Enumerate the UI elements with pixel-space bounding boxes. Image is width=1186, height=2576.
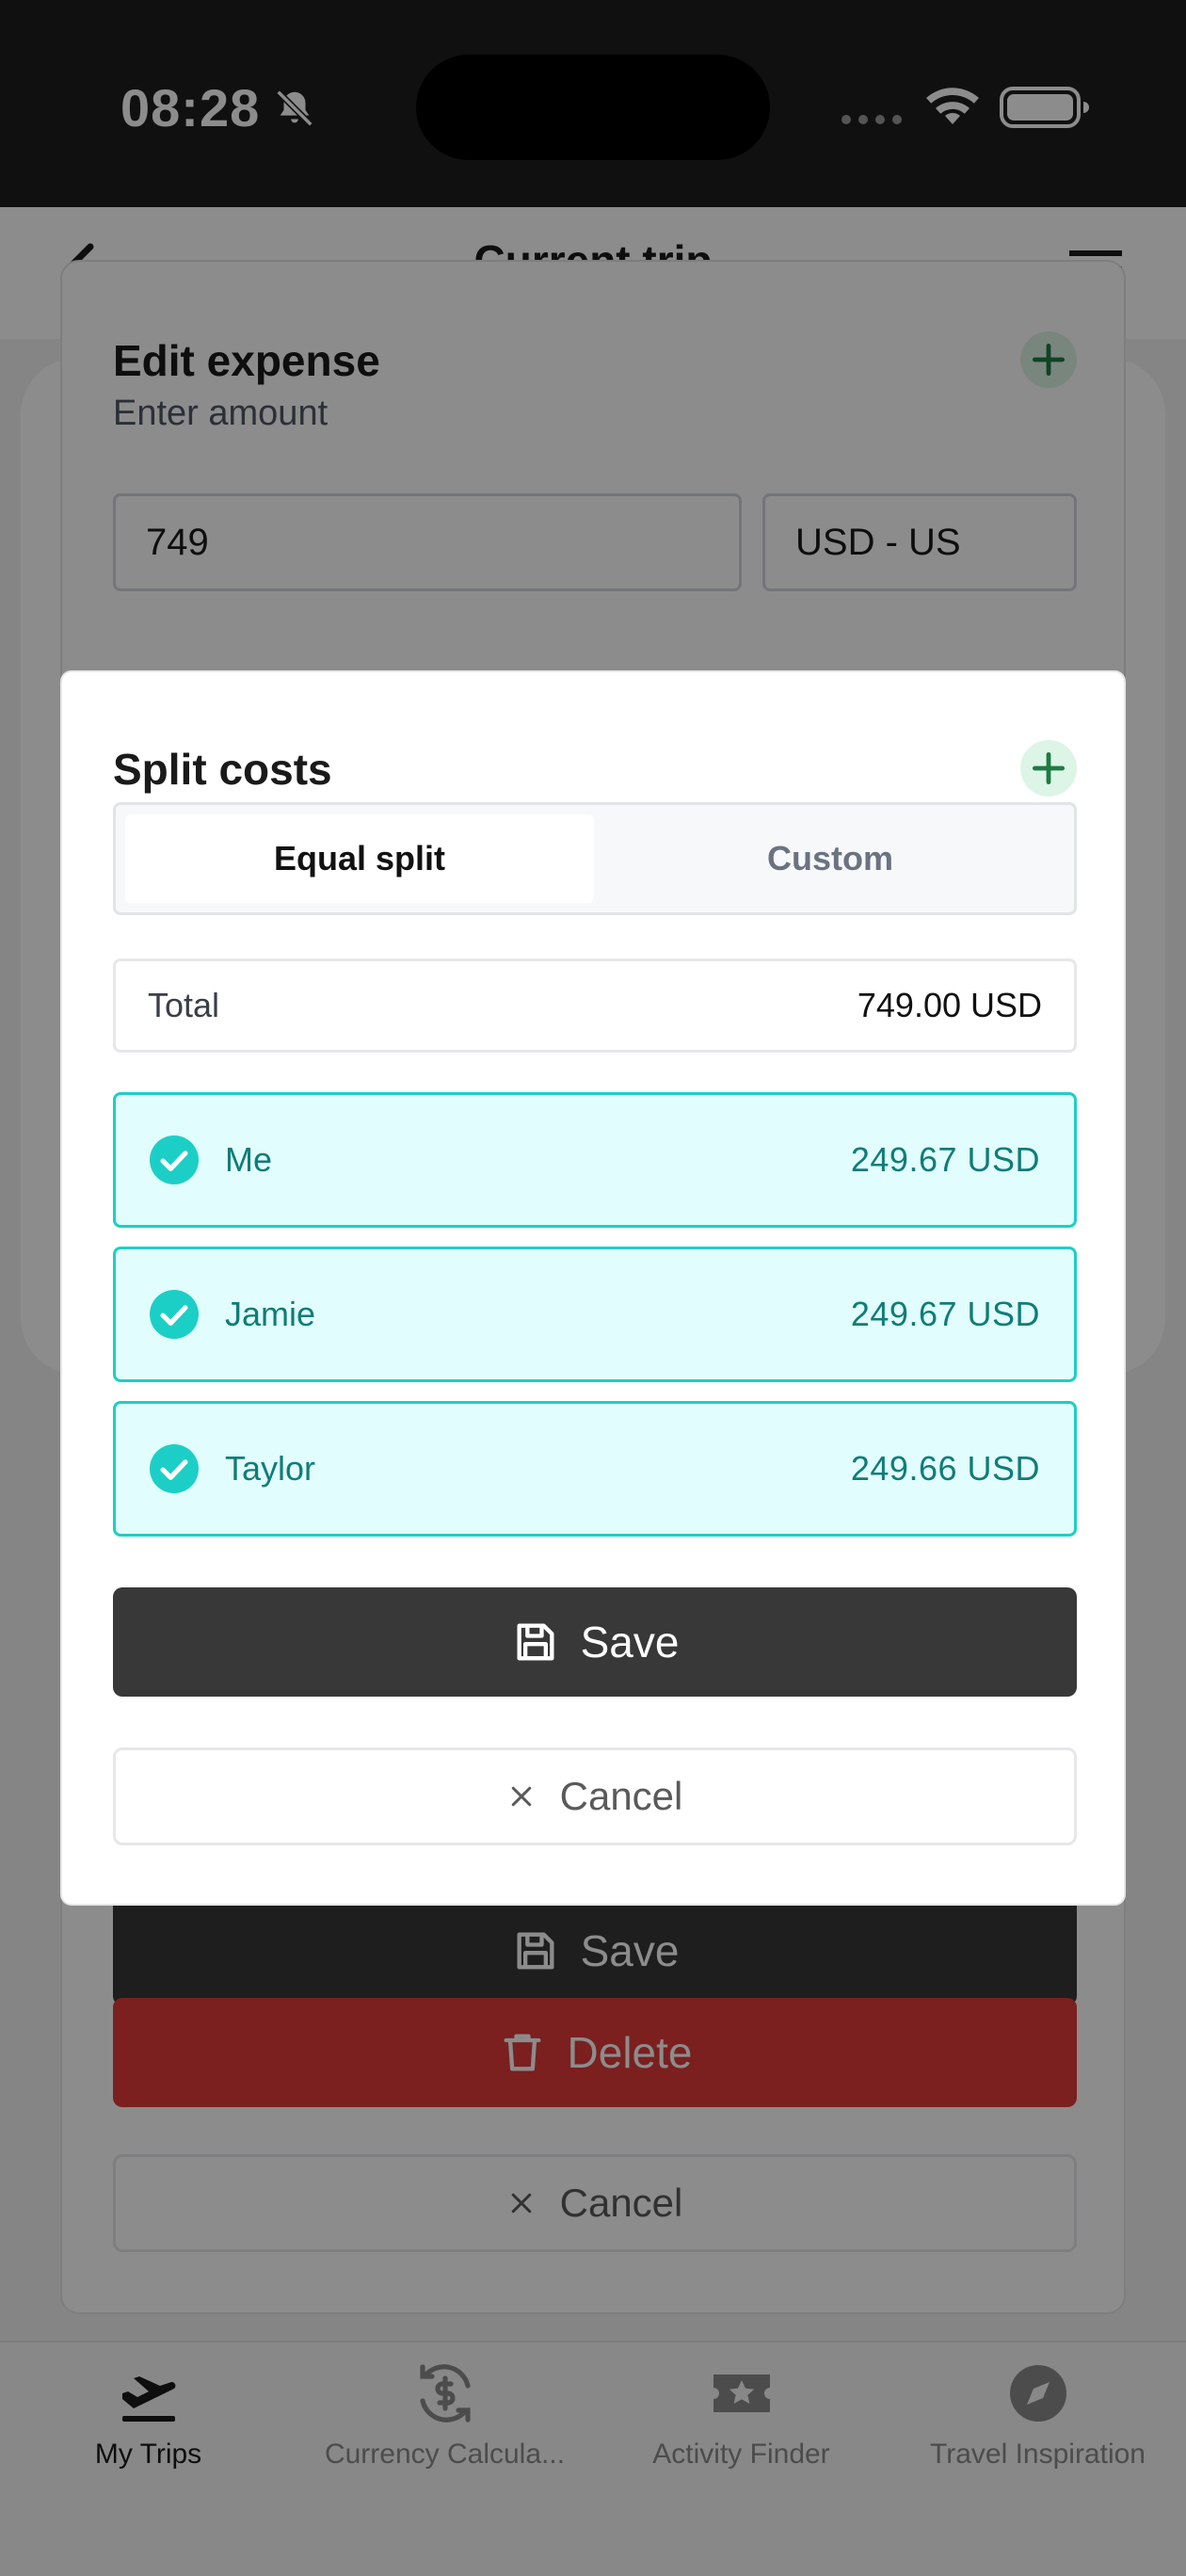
total-value: 749.00 USD [857, 986, 1042, 1024]
save-label: Save [580, 1618, 680, 1666]
participant-amount: 249.66 USD [850, 1449, 1040, 1488]
participant-amount: 249.67 USD [850, 1140, 1040, 1179]
participant-row-me[interactable]: Me 249.67 USD [113, 1092, 1077, 1228]
screen: 08:28 Current trip [0, 0, 1186, 2576]
participant-row-taylor[interactable]: Taylor 249.66 USD [113, 1401, 1077, 1537]
split-cancel-button[interactable]: Cancel [113, 1747, 1077, 1845]
tab-equal-split[interactable]: Equal split [125, 814, 594, 903]
total-row: Total 749.00 USD [113, 958, 1077, 1053]
participant-name: Me [225, 1140, 273, 1179]
add-participant-button[interactable] [1020, 740, 1077, 797]
floppy-disk-icon [517, 1623, 554, 1661]
check-circle-icon [150, 1290, 199, 1339]
participant-amount: 249.67 USD [850, 1295, 1040, 1333]
participant-row-jamie[interactable]: Jamie 249.67 USD [113, 1247, 1077, 1382]
split-save-button[interactable]: Save [113, 1587, 1077, 1697]
split-costs-title: Split costs [113, 745, 332, 794]
participant-name: Jamie [225, 1295, 316, 1333]
split-mode-toggle: Equal split Custom [113, 802, 1077, 915]
tab-custom[interactable]: Custom [596, 814, 1065, 903]
check-circle-icon [150, 1135, 199, 1184]
plus-icon [1032, 751, 1066, 785]
cancel-label: Cancel [559, 1774, 683, 1818]
check-circle-icon [150, 1444, 199, 1493]
split-costs-modal: Split costs Equal split Custom Total 749… [60, 670, 1126, 1906]
close-icon [511, 1786, 531, 1807]
participant-name: Taylor [225, 1449, 316, 1488]
total-label: Total [148, 986, 220, 1024]
